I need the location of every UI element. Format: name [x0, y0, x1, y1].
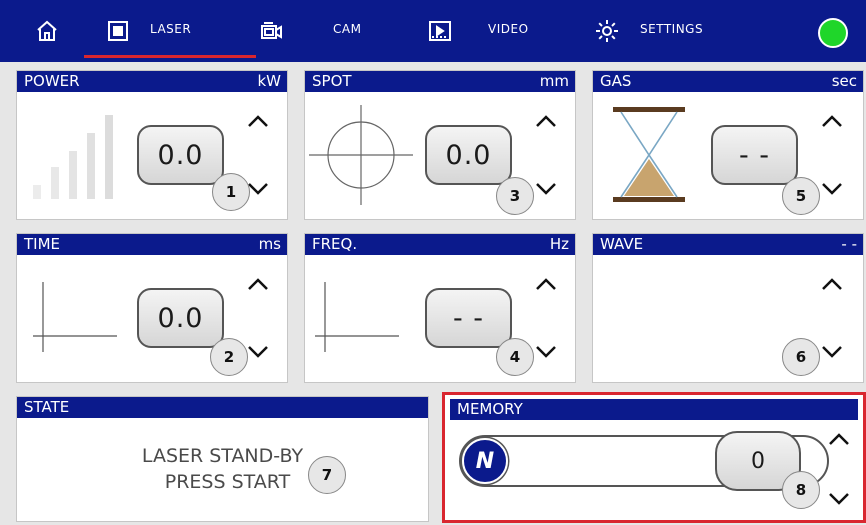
time-increase-button[interactable] [245, 274, 271, 296]
camera-icon[interactable] [255, 14, 289, 48]
power-panel: POWER kW 0.0 1 [16, 70, 288, 220]
laser-grid-icon[interactable] [101, 14, 135, 48]
video-icon[interactable] [423, 14, 457, 48]
callout-badge: 1 [212, 173, 250, 211]
wave-decrease-button[interactable] [819, 340, 845, 362]
panel-header: POWER kW [17, 71, 287, 92]
callout-badge: 7 [308, 456, 346, 494]
tab-settings[interactable]: SETTINGS [640, 22, 703, 36]
gas-panel: GAS sec - - 5 [592, 70, 864, 220]
panel-unit: Hz [549, 235, 569, 253]
memory-toggle-knob[interactable]: N [462, 438, 508, 484]
tab-video[interactable]: VIDEO [488, 22, 529, 36]
panel-header: MEMORY [450, 399, 858, 420]
panel-title: STATE [24, 398, 70, 416]
wave-panel: WAVE - - 6 [592, 233, 864, 383]
frequency-increase-button[interactable] [533, 274, 559, 296]
spot-decrease-button[interactable] [533, 177, 559, 199]
top-navigation-bar: LASER CAM VIDEO SETTINGS [0, 0, 866, 62]
callout-badge: 2 [210, 338, 248, 376]
signal-bars-icon [29, 101, 119, 205]
panel-header: SPOT mm [305, 71, 575, 92]
frequency-panel: FREQ. Hz - - 4 [304, 233, 576, 383]
hourglass-icon [611, 107, 687, 207]
state-message: LASER STAND-BY PRESS START [17, 443, 428, 495]
power-value-field[interactable]: 0.0 [137, 125, 224, 185]
callout-badge: 3 [496, 177, 534, 215]
panel-title: SPOT [312, 72, 352, 90]
panel-unit: sec [831, 72, 857, 90]
panel-unit: - - [841, 235, 857, 253]
spot-value-field[interactable]: 0.0 [425, 125, 512, 185]
frequency-axis-icon [313, 278, 403, 362]
spot-panel: SPOT mm 0.0 3 [304, 70, 576, 220]
callout-badge: 4 [496, 338, 534, 376]
callout-badge: 6 [782, 338, 820, 376]
tab-cam[interactable]: CAM [333, 22, 361, 36]
panel-unit: kW [257, 72, 281, 90]
memory-panel: MEMORY N 0 8 [442, 392, 866, 523]
callout-badge: 8 [782, 471, 820, 509]
state-line-2: PRESS START [164, 471, 291, 493]
tab-laser[interactable]: LASER [150, 22, 191, 36]
state-panel: STATE LASER STAND-BY PRESS START 7 [16, 396, 429, 522]
callout-badge: 5 [782, 177, 820, 215]
panel-header: GAS sec [593, 71, 863, 92]
panel-title: TIME [24, 235, 61, 253]
panel-title: FREQ. [312, 235, 358, 253]
home-icon[interactable] [30, 14, 64, 48]
time-decrease-button[interactable] [245, 340, 271, 362]
panel-unit: mm [539, 72, 569, 90]
active-tab-indicator [84, 55, 256, 58]
status-indicator [818, 18, 848, 48]
state-line-1: LASER STAND-BY [141, 445, 304, 467]
crosshair-icon [307, 101, 417, 213]
panel-header: TIME ms [17, 234, 287, 255]
panel-unit: ms [258, 235, 281, 253]
frequency-decrease-button[interactable] [533, 340, 559, 362]
panel-title: POWER [24, 72, 80, 90]
memory-decrease-button[interactable] [826, 487, 852, 509]
panel-header: WAVE - - [593, 234, 863, 255]
spot-increase-button[interactable] [533, 111, 559, 133]
gear-icon[interactable] [590, 14, 624, 48]
panel-title: GAS [600, 72, 632, 90]
panel-header: FREQ. Hz [305, 234, 575, 255]
wave-increase-button[interactable] [819, 274, 845, 296]
memory-increase-button[interactable] [826, 429, 852, 451]
gas-value-field[interactable]: - - [711, 125, 798, 185]
frequency-value-field[interactable]: - - [425, 288, 512, 348]
power-increase-button[interactable] [245, 111, 271, 133]
time-panel: TIME ms 0.0 2 [16, 233, 288, 383]
panel-title: MEMORY [457, 400, 523, 418]
panel-title: WAVE [600, 235, 644, 253]
gas-decrease-button[interactable] [819, 177, 845, 199]
time-value-field[interactable]: 0.0 [137, 288, 224, 348]
time-axis-icon [31, 278, 121, 362]
gas-increase-button[interactable] [819, 111, 845, 133]
panel-header: STATE [17, 397, 428, 418]
